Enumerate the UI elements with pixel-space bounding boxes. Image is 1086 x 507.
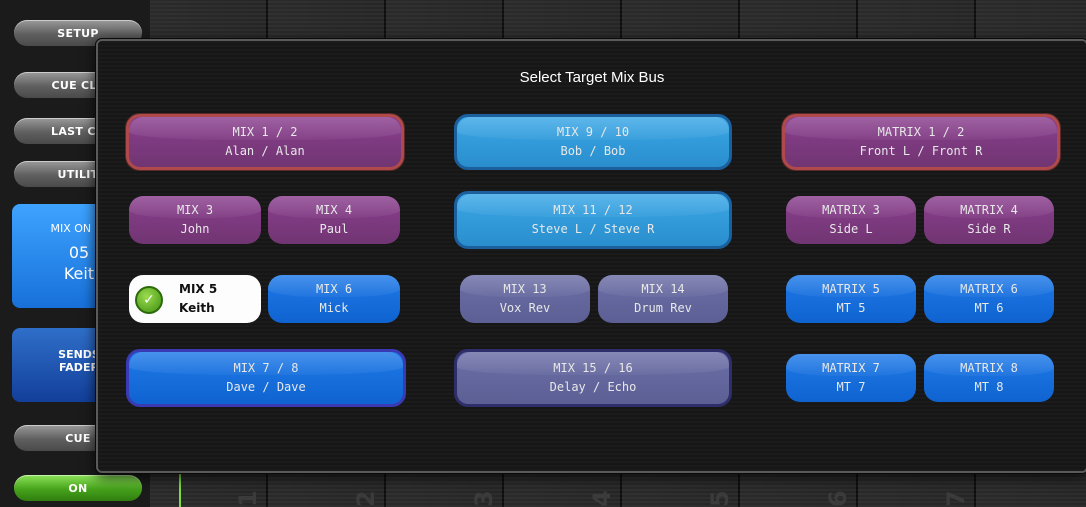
bus-matrix-3[interactable]: MATRIX 3 Side L (786, 196, 916, 244)
bus-name: MIX 15 / 16 (553, 361, 633, 375)
bus-name: MIX 4 (315, 203, 353, 217)
bus-name: MIX 1 / 2 (232, 125, 298, 139)
bus-label: MT 5 (836, 301, 866, 315)
bus-name: MATRIX 7 (822, 361, 880, 375)
bus-matrix-4[interactable]: MATRIX 4 Side R (924, 196, 1054, 244)
channel-number: 5 (706, 490, 734, 507)
bus-mix-15-16[interactable]: MIX 15 / 16 Delay / Echo (454, 349, 732, 407)
bus-matrix-7[interactable]: MATRIX 7 MT 7 (786, 354, 916, 402)
bus-label: Alan / Alan (225, 144, 305, 158)
bus-mix-4[interactable]: MIX 4 Paul (268, 196, 400, 244)
bus-label: John (180, 222, 210, 236)
bus-matrix-6[interactable]: MATRIX 6 MT 6 (924, 275, 1054, 323)
bus-label: Steve L / Steve R (531, 222, 655, 236)
bus-name: MIX 3 (176, 203, 214, 217)
channel-number: 7 (942, 490, 970, 507)
bus-label: Paul (319, 222, 349, 236)
bus-mix-14[interactable]: MIX 14 Drum Rev (598, 275, 728, 323)
bus-mix-1-2[interactable]: MIX 1 / 2 Alan / Alan (126, 114, 404, 170)
on-button[interactable]: ON (14, 475, 142, 501)
bus-name: MIX 6 (315, 282, 353, 296)
bus-name: MIX 9 / 10 (556, 125, 630, 139)
bus-mix-7-8[interactable]: MIX 7 / 8 Dave / Dave (126, 349, 406, 407)
bus-label: Dave / Dave (226, 380, 306, 394)
bus-name: MATRIX 6 (960, 282, 1018, 296)
bus-label: Bob / Bob (560, 144, 626, 158)
bus-mix-5-selected[interactable]: ✓ MIX 5 Keith (129, 275, 261, 323)
checkmark-icon: ✓ (135, 286, 163, 314)
select-target-mix-bus-dialog: Select Target Mix Bus MIX 1 / 2 Alan / A… (96, 39, 1086, 473)
bus-mix-3[interactable]: MIX 3 John (129, 196, 261, 244)
bus-name: MIX 11 / 12 (553, 203, 633, 217)
bus-label: Delay / Echo (549, 380, 637, 394)
bus-label: Keith (179, 301, 215, 315)
bus-label: Front L / Front R (859, 144, 983, 158)
bus-matrix-1-2[interactable]: MATRIX 1 / 2 Front L / Front R (782, 114, 1060, 170)
bus-mix-6[interactable]: MIX 6 Mick (268, 275, 400, 323)
bus-name: MATRIX 4 (960, 203, 1018, 217)
meter-line (179, 468, 181, 507)
bus-label: Drum Rev (634, 301, 692, 315)
bus-label: Side L (829, 222, 873, 236)
channel-number: 1 (234, 490, 262, 507)
channel-number: 3 (470, 490, 498, 507)
bus-name: MIX 5 (179, 282, 218, 296)
bus-label: Side R (967, 222, 1011, 236)
channel-number: 4 (588, 490, 616, 507)
bus-name: MATRIX 5 (822, 282, 880, 296)
bus-name: MATRIX 3 (822, 203, 880, 217)
bus-matrix-5[interactable]: MATRIX 5 MT 5 (786, 275, 916, 323)
bus-label: Mick (319, 301, 349, 315)
bus-name: MIX 14 (641, 282, 685, 296)
bus-label: Vox Rev (499, 301, 551, 315)
bus-name: MATRIX 1 / 2 (877, 125, 965, 139)
bus-name: MIX 13 (503, 282, 547, 296)
bus-matrix-8[interactable]: MATRIX 8 MT 8 (924, 354, 1054, 402)
bus-label: MT 8 (974, 380, 1004, 394)
bus-label: MT 7 (836, 380, 866, 394)
channel-number: 2 (352, 490, 380, 507)
bus-mix-9-10[interactable]: MIX 9 / 10 Bob / Bob (454, 114, 732, 170)
bus-label: MT 6 (974, 301, 1004, 315)
bus-mix-13[interactable]: MIX 13 Vox Rev (460, 275, 590, 323)
bus-name: MATRIX 8 (960, 361, 1018, 375)
channel-number: 6 (824, 490, 852, 507)
bus-mix-11-12[interactable]: MIX 11 / 12 Steve L / Steve R (454, 191, 732, 249)
dialog-title: Select Target Mix Bus (519, 69, 665, 86)
bus-name: MIX 7 / 8 (233, 361, 299, 375)
